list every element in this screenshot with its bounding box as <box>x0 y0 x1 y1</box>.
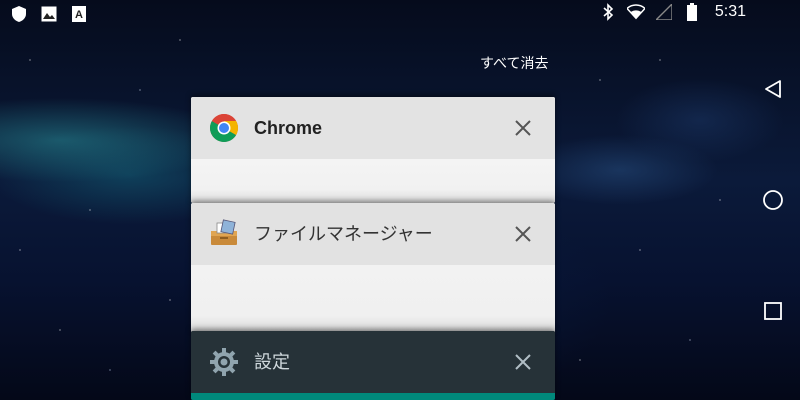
recents-icon[interactable] <box>755 293 791 329</box>
card-thumbnail[interactable] <box>191 159 555 203</box>
card-thumbnail[interactable] <box>191 393 555 400</box>
notification-icons: A <box>10 5 88 23</box>
card-header[interactable]: 設定 <box>191 331 555 393</box>
recents-screen: A 5:31 すべて消去 Chrome ファイルマネージャー 設定 <box>0 0 800 400</box>
back-icon[interactable] <box>755 71 791 107</box>
status-bar: A 5:31 <box>0 0 800 26</box>
close-icon[interactable] <box>509 114 537 142</box>
wifi-icon <box>626 3 645 21</box>
signal-icon <box>655 3 673 21</box>
card-app-title: ファイルマネージャー <box>254 224 433 244</box>
close-icon[interactable] <box>509 348 537 376</box>
battery-icon <box>683 3 701 21</box>
settings-gear-icon <box>208 346 240 378</box>
svg-text:A: A <box>75 9 83 21</box>
close-icon[interactable] <box>509 220 537 248</box>
image-icon <box>40 5 58 23</box>
card-app-title: Chrome <box>254 118 323 138</box>
card-thumbnail[interactable] <box>191 265 555 333</box>
card-header[interactable]: ファイルマネージャー <box>191 203 555 265</box>
clear-all-button[interactable]: すべて消去 <box>480 53 548 73</box>
file-manager-icon <box>208 218 240 250</box>
card-header[interactable]: Chrome <box>191 97 555 159</box>
chrome-icon <box>208 112 240 144</box>
shield-icon <box>10 5 28 23</box>
recent-task-card-chrome[interactable]: Chrome <box>191 97 555 203</box>
recent-task-card-file-manager[interactable]: ファイルマネージャー <box>191 203 555 333</box>
system-icons: 5:31 <box>599 3 746 21</box>
font-a-icon: A <box>70 5 88 23</box>
bluetooth-icon <box>599 3 617 21</box>
status-clock: 5:31 <box>714 3 746 20</box>
navigation-bar <box>746 0 800 400</box>
recent-task-card-settings[interactable]: 設定 <box>191 331 555 400</box>
card-app-title: 設定 <box>254 352 290 372</box>
home-icon[interactable] <box>755 182 791 218</box>
